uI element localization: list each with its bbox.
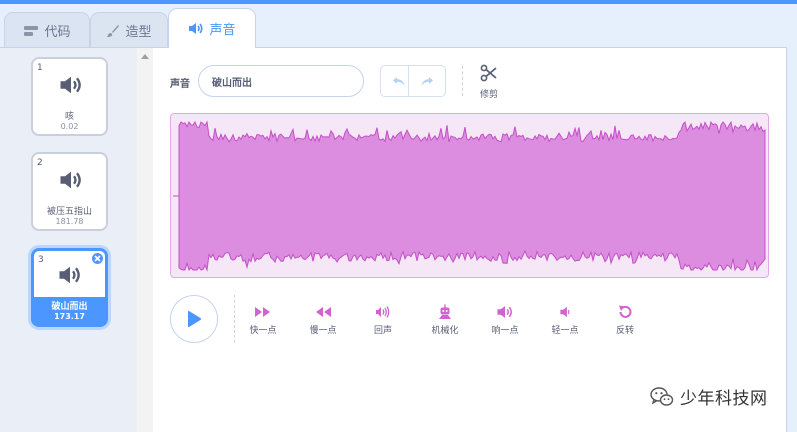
sound-item[interactable]: 1 咳 0.02 — [31, 57, 108, 136]
sound-name-input[interactable] — [198, 65, 364, 97]
watermark-text: 少年科技网 — [680, 389, 768, 409]
reverse-icon — [603, 303, 647, 321]
effect-label: 轻一点 — [551, 326, 579, 336]
sound-item-duration: 173.17 — [54, 312, 85, 321]
tab-costumes-label: 造型 — [125, 25, 152, 40]
effect-label: 慢一点 — [309, 326, 337, 336]
tab-sounds[interactable]: 声音 — [168, 8, 256, 48]
stage-panel-edge — [786, 47, 797, 432]
effects-divider — [234, 295, 235, 343]
sound-item-index: 1 — [37, 63, 43, 73]
effect-reverse-button[interactable]: 反转 — [603, 303, 647, 336]
redo-button[interactable] — [408, 65, 446, 97]
sound-item-duration: 0.02 — [60, 122, 79, 131]
close-icon — [94, 255, 101, 262]
waveform-display[interactable] — [170, 113, 769, 278]
speaker-icon — [59, 170, 83, 194]
delete-sound-button[interactable] — [91, 252, 104, 265]
sound-item-name: 破山而出 — [51, 302, 88, 312]
effect-faster-button[interactable]: 快一点 — [241, 303, 285, 336]
effect-echo-button[interactable]: 回声 — [361, 303, 405, 336]
play-icon — [188, 310, 201, 328]
toolbar-divider — [462, 66, 463, 96]
tab-sounds-label: 声音 — [209, 23, 236, 38]
wechat-icon — [650, 386, 674, 406]
sound-name-label: 声音 — [170, 79, 190, 90]
faster-icon — [241, 303, 285, 321]
tab-code-label: 代码 — [44, 25, 71, 40]
speaker-icon — [59, 75, 83, 99]
effect-label: 响一点 — [491, 326, 519, 336]
louder-icon — [483, 303, 527, 321]
effect-label: 回声 — [373, 326, 392, 336]
scroll-up-arrow-icon[interactable] — [141, 54, 149, 59]
speaker-icon — [188, 22, 204, 35]
waveform-path — [178, 120, 766, 272]
sound-item-name: 咳 — [64, 112, 74, 122]
scissors-icon — [480, 64, 497, 82]
paintbrush-icon — [106, 24, 120, 38]
echo-icon — [361, 303, 405, 321]
trim-label: 修剪 — [479, 90, 498, 100]
effect-softer-button[interactable]: 轻一点 — [543, 303, 587, 336]
watermark: 少年科技网 — [650, 384, 768, 409]
effect-slower-button[interactable]: 慢一点 — [301, 303, 345, 336]
sound-list-scrollbar[interactable] — [137, 48, 153, 432]
code-blocks-icon — [23, 25, 39, 37]
slower-icon — [301, 303, 345, 321]
sound-item-duration: 181.78 — [55, 217, 84, 226]
tab-code[interactable]: 代码 — [4, 12, 90, 48]
trim-button[interactable]: 修剪 — [474, 64, 504, 100]
sound-item-index: 3 — [38, 255, 44, 265]
undo-icon — [393, 76, 405, 86]
sound-item-index: 2 — [37, 158, 43, 168]
waveform-graphic — [173, 120, 766, 272]
softer-icon — [543, 303, 587, 321]
effect-label: 机械化 — [431, 326, 459, 336]
effect-robot-button[interactable]: 机械化 — [423, 303, 467, 336]
effect-label: 快一点 — [249, 326, 277, 336]
play-button[interactable] — [170, 295, 218, 343]
sound-item[interactable]: 2 被压五指山 181.78 — [31, 152, 108, 231]
sound-item-name: 被压五指山 — [46, 207, 92, 217]
robot-icon — [423, 303, 467, 321]
effect-label: 反转 — [615, 326, 634, 336]
effect-louder-button[interactable]: 响一点 — [483, 303, 527, 336]
tab-costumes[interactable]: 造型 — [90, 12, 168, 48]
sound-item-selected[interactable]: 3 破山而出 173.17 — [31, 248, 108, 327]
speaker-icon — [58, 265, 82, 289]
top-accent-bar — [0, 0, 797, 4]
redo-icon — [421, 76, 433, 86]
